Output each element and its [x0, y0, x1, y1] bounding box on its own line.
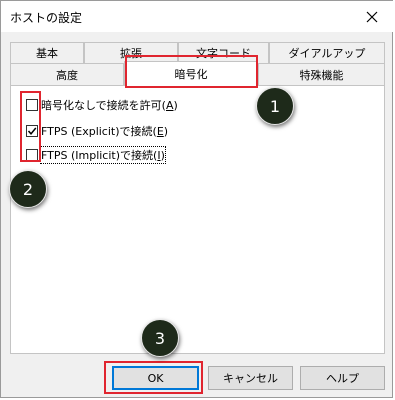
tab-encryption[interactable]: 暗号化 — [124, 61, 258, 86]
option-accel-close: ) — [163, 124, 169, 138]
tab-dialup[interactable]: ダイアルアップ — [269, 42, 385, 64]
tab-basic[interactable]: 基本 — [10, 42, 84, 64]
option-label: FTPS (Implicit)で接続 — [41, 149, 154, 162]
option-accel-key: E — [156, 124, 164, 138]
tab-special[interactable]: 特殊機能 — [258, 63, 385, 86]
option-label: FTPS (Explicit)で接続 — [41, 125, 153, 138]
option-accel-close: ) — [160, 149, 165, 162]
ftps-implicit-checkbox[interactable]: FTPS (Implicit)で接続(I) — [26, 146, 166, 164]
tab-advanced[interactable]: 高度 — [10, 63, 124, 86]
close-button[interactable] — [349, 1, 394, 32]
checkbox-box[interactable] — [26, 149, 38, 161]
step-marker-2: 2 — [9, 170, 47, 208]
close-icon — [366, 11, 377, 22]
help-button[interactable]: ヘルプ — [300, 366, 385, 390]
title-bar: ホストの設定 — [1, 1, 394, 32]
checkbox-box[interactable] — [26, 125, 38, 137]
allow-unencrypted-checkbox[interactable]: 暗号化なしで接続を許可(A) — [26, 97, 178, 113]
dialog-title: ホストの設定 — [10, 11, 83, 25]
option-label: 暗号化なしで接続を許可 — [41, 99, 162, 112]
ftps-explicit-checkbox[interactable]: FTPS (Explicit)で接続(E) — [26, 123, 168, 139]
option-label-focused: FTPS (Implicit)で接続(I) — [40, 146, 166, 164]
step-marker-3: 3 — [141, 319, 179, 357]
host-settings-dialog: ホストの設定 基本 拡張 文字コード ダイアルアップ 高度 暗号化 特殊機能 暗… — [0, 0, 394, 398]
checkbox-box[interactable] — [26, 99, 38, 111]
step-marker-1: 1 — [256, 87, 294, 125]
checkmark-icon — [27, 127, 37, 135]
cancel-button[interactable]: キャンセル — [208, 366, 293, 390]
ok-button[interactable]: OK — [112, 366, 199, 390]
option-accel-key: A — [165, 98, 174, 112]
option-accel-close: ) — [173, 98, 178, 112]
